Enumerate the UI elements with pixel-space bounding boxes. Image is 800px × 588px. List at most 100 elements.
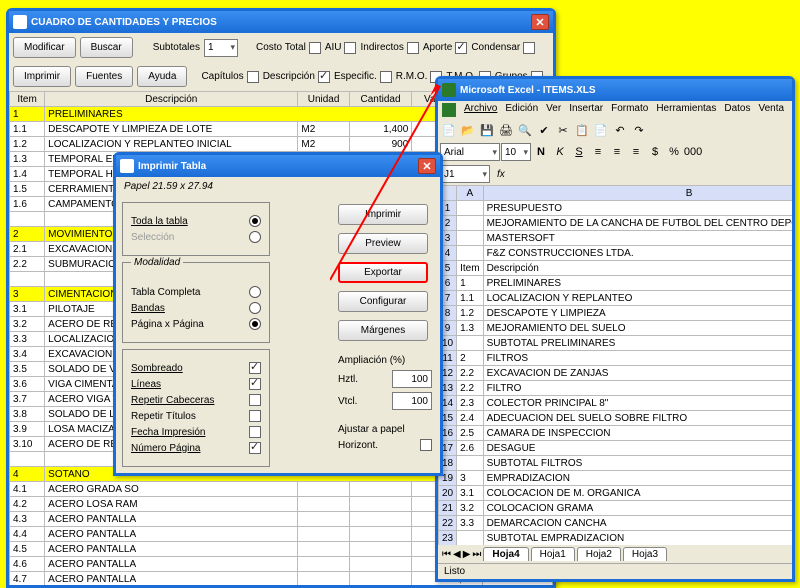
modificar-button[interactable]: Modificar bbox=[13, 37, 76, 58]
align-left-icon[interactable]: ≡ bbox=[589, 143, 607, 161]
capitulos-check[interactable]: Capítulos bbox=[201, 71, 258, 83]
tab-nav-first-icon[interactable]: ⏮ bbox=[442, 549, 451, 560]
ayuda-button[interactable]: Ayuda bbox=[137, 66, 187, 87]
table-row[interactable]: 122.2EXCAVACION DE ZANJASM31,0327,020 bbox=[439, 366, 793, 381]
menu-formato[interactable]: Formato bbox=[611, 103, 648, 117]
table-row[interactable]: 71.1LOCALIZACION Y REPLANTEOM27,32413 bbox=[439, 291, 793, 306]
table-row[interactable]: 213.2COLOCACION GRAMAM27,3247,562 bbox=[439, 501, 793, 516]
table-row[interactable]: 172.6DESAGUEML8991,569 bbox=[439, 441, 793, 456]
table-row[interactable]: 162.5CAMARA DE INSPECCIONUND2510,611 bbox=[439, 426, 793, 441]
w3-titlebar[interactable]: Microsoft Excel - ITEMS.XLS bbox=[438, 79, 792, 101]
close-icon[interactable]: ✕ bbox=[418, 158, 436, 174]
menu-ver[interactable]: Ver bbox=[546, 103, 561, 117]
undo-icon[interactable]: ↶ bbox=[611, 121, 629, 139]
underline-icon[interactable]: S bbox=[570, 143, 588, 161]
copy-icon[interactable]: 📋 bbox=[573, 121, 591, 139]
percent-icon[interactable]: % bbox=[665, 143, 683, 161]
indirectos-check[interactable]: Indirectos bbox=[360, 42, 418, 54]
tab-nav-last-icon[interactable]: ⏭ bbox=[472, 549, 481, 560]
aiu-check[interactable]: AIU bbox=[325, 42, 357, 54]
tabla-completa-radio[interactable]: Tabla Completa bbox=[131, 286, 261, 298]
dlg-imprimir-button[interactable]: Imprimir bbox=[338, 204, 428, 225]
table-row[interactable]: 81.2DESCAPOTE Y LIMPIEZAM27,324987 bbox=[439, 306, 793, 321]
fx-label[interactable]: fx bbox=[491, 169, 511, 180]
descripcion-check[interactable]: Descripción bbox=[263, 71, 330, 83]
close-icon[interactable]: ✕ bbox=[531, 14, 549, 30]
cell-ref[interactable]: J1 bbox=[440, 165, 490, 183]
condensar-check[interactable]: Condensar bbox=[471, 42, 535, 54]
subtotales-combo[interactable]: 1 bbox=[204, 39, 238, 57]
save-icon[interactable]: 💾 bbox=[478, 121, 496, 139]
table-row[interactable]: 18SUBTOTAL FILTROS bbox=[439, 456, 793, 471]
sombreado-check[interactable]: Sombreado bbox=[131, 362, 261, 374]
font-combo[interactable]: Arial bbox=[440, 143, 500, 161]
excel-grid[interactable]: ABCDE1PRESUPUESTO2MEJORAMIENTO DE LA CAN… bbox=[438, 185, 792, 545]
menu-datos[interactable]: Datos bbox=[724, 103, 750, 117]
table-row[interactable]: 3MASTERSOFT bbox=[439, 231, 793, 246]
open-icon[interactable]: 📂 bbox=[459, 121, 477, 139]
dlg-configurar-button[interactable]: Configurar bbox=[338, 291, 428, 312]
seleccion-radio[interactable]: Selección bbox=[131, 231, 261, 243]
menu-herramientas[interactable]: Herramientas bbox=[656, 103, 716, 117]
w1-titlebar[interactable]: CUADRO DE CANTIDADES Y PRECIOS ✕ bbox=[9, 11, 553, 33]
rep-cab-check[interactable]: Repetir Cabeceras bbox=[131, 394, 261, 406]
hztl-input[interactable] bbox=[392, 370, 432, 388]
table-row[interactable]: 152.4ADECUACION DEL SUELO SOBRE FILTROM2… bbox=[439, 411, 793, 426]
col-header[interactable]: A bbox=[457, 186, 483, 201]
menu-edicion[interactable]: Edición bbox=[505, 103, 538, 117]
tab-hoja4[interactable]: Hoja4 bbox=[483, 547, 528, 561]
imprimir-button[interactable]: Imprimir bbox=[13, 66, 71, 87]
table-row[interactable]: 10SUBTOTAL PRELIMINARES bbox=[439, 336, 793, 351]
cut-icon[interactable]: ✂ bbox=[554, 121, 572, 139]
dlg-margenes-button[interactable]: Márgenes bbox=[338, 320, 428, 341]
table-row[interactable]: 193EMPRADIZACION bbox=[439, 471, 793, 486]
col-header[interactable]: Cantidad bbox=[349, 92, 411, 107]
table-row[interactable]: 5ItemDescripciónUnidadCantidadValor Unit… bbox=[439, 261, 793, 276]
bandas-radio[interactable]: Bandas bbox=[131, 302, 261, 314]
col-header[interactable]: B bbox=[483, 186, 792, 201]
dlg-exportar-button[interactable]: Exportar bbox=[338, 262, 428, 283]
table-row[interactable]: 23SUBTOTAL EMPRADIZACION bbox=[439, 531, 793, 546]
w2-titlebar[interactable]: Imprimir Tabla ✕ bbox=[116, 155, 440, 177]
thousands-icon[interactable]: 000 bbox=[684, 143, 702, 161]
buscar-button[interactable]: Buscar bbox=[80, 37, 133, 58]
tab-hoja1[interactable]: Hoja1 bbox=[531, 547, 575, 561]
col-header[interactable]: Descripción bbox=[45, 92, 298, 107]
table-row[interactable]: 4F&Z CONSTRUCCIONES LTDA. bbox=[439, 246, 793, 261]
table-row[interactable]: 112FILTROS bbox=[439, 351, 793, 366]
italic-icon[interactable]: K bbox=[551, 143, 569, 161]
table-row[interactable]: 132.2FILTROML1,29627,998 bbox=[439, 381, 793, 396]
fuentes-button[interactable]: Fuentes bbox=[75, 66, 133, 87]
especific-check[interactable]: Especific. bbox=[334, 71, 392, 83]
rep-tit-check[interactable]: Repetir Títulos bbox=[131, 410, 261, 422]
table-row[interactable]: 91.3MEJORAMIENTO DEL SUELOM387920,738 bbox=[439, 321, 793, 336]
tab-hoja3[interactable]: Hoja3 bbox=[623, 547, 667, 561]
costo-total-check[interactable]: Costo Total bbox=[256, 42, 321, 54]
table-row[interactable]: 61PRELIMINARES bbox=[439, 276, 793, 291]
menu-ventana[interactable]: Venta bbox=[758, 103, 784, 117]
dlg-preview-button[interactable]: Preview bbox=[338, 233, 428, 254]
vtcl-input[interactable] bbox=[392, 392, 432, 410]
horizont-check[interactable]: Horizont. bbox=[338, 439, 432, 451]
col-header[interactable]: Unidad bbox=[298, 92, 349, 107]
tab-nav-next-icon[interactable]: ▶ bbox=[463, 549, 471, 560]
tab-hoja2[interactable]: Hoja2 bbox=[577, 547, 621, 561]
table-row[interactable]: 1PRESUPUESTO bbox=[439, 201, 793, 216]
table-row[interactable]: 2MEJORAMIENTO DE LA CANCHA DE FUTBOL DEL… bbox=[439, 216, 793, 231]
col-header[interactable]: Item bbox=[10, 92, 45, 107]
table-row[interactable]: 223.3DEMARCACION CANCHAGL1849,140 bbox=[439, 516, 793, 531]
menu-insertar[interactable]: Insertar bbox=[569, 103, 603, 117]
print-icon[interactable]: 🖨 bbox=[497, 121, 515, 139]
numpag-check[interactable]: Número Página bbox=[131, 442, 261, 454]
toda-tabla-radio[interactable]: Toda la tabla bbox=[131, 215, 261, 227]
preview-icon[interactable]: 🔍 bbox=[516, 121, 534, 139]
table-row[interactable]: 203.1COLOCACION DE M. ORGANICAM27,3241,1… bbox=[439, 486, 793, 501]
currency-icon[interactable]: $ bbox=[646, 143, 664, 161]
align-right-icon[interactable]: ≡ bbox=[627, 143, 645, 161]
lineas-check[interactable]: Líneas bbox=[131, 378, 261, 390]
bold-icon[interactable]: N bbox=[532, 143, 550, 161]
fecha-check[interactable]: Fecha Impresión bbox=[131, 426, 261, 438]
new-icon[interactable]: 📄 bbox=[440, 121, 458, 139]
pagina-radio[interactable]: Página x Página bbox=[131, 318, 261, 330]
size-combo[interactable]: 10 bbox=[501, 143, 531, 161]
